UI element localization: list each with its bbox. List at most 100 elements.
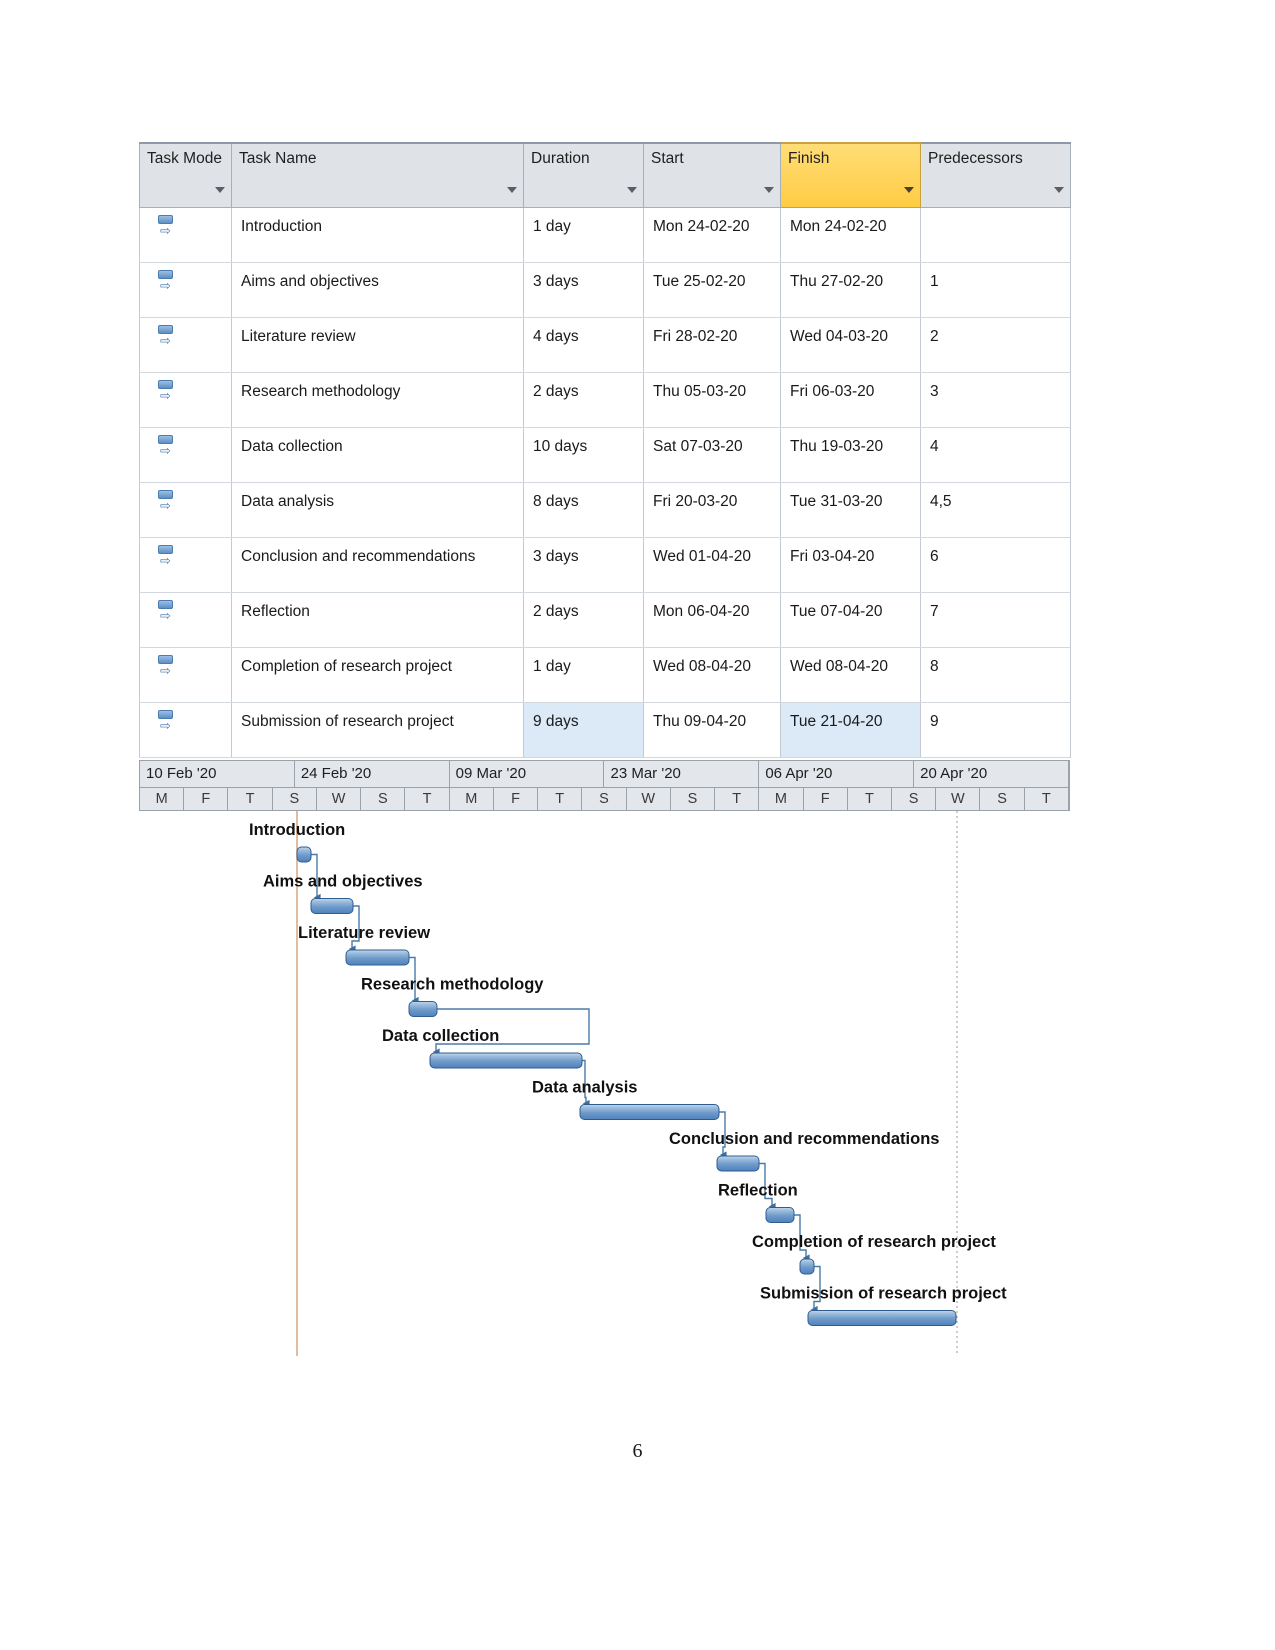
cell-predecessors[interactable]: 6	[920, 537, 1071, 593]
cell-duration[interactable]: 10 days	[523, 427, 644, 483]
cell-task-name[interactable]: Reflection	[231, 592, 524, 648]
cell-task-name[interactable]: Literature review	[231, 317, 524, 373]
cell-task-mode[interactable]: ⇨	[139, 537, 232, 593]
table-row[interactable]: ⇨ Data collection 10 days Sat 07-03-20 Thu 1…	[139, 427, 1071, 483]
cell-task-mode[interactable]: ⇨	[139, 592, 232, 648]
column-header-task-mode[interactable]: Task Mode	[139, 142, 232, 208]
chevron-down-icon[interactable]	[507, 187, 517, 193]
gantt-bar[interactable]	[579, 1104, 720, 1120]
cell-task-mode[interactable]: ⇨	[139, 317, 232, 373]
column-header-finish[interactable]: Finish	[780, 142, 921, 208]
cell-start[interactable]: Mon 24-02-20	[643, 207, 781, 263]
cell-duration[interactable]: 3 days	[523, 537, 644, 593]
table-row[interactable]: ⇨ Submission of research project 9 days Thu…	[139, 702, 1071, 758]
cell-start[interactable]: Mon 06-04-20	[643, 592, 781, 648]
cell-task-name[interactable]: Submission of research project	[231, 702, 524, 758]
auto-schedule-icon[interactable]: ⇨	[156, 599, 178, 622]
cell-task-mode[interactable]: ⇨	[139, 262, 232, 318]
cell-start[interactable]: Fri 20-03-20	[643, 482, 781, 538]
gantt-bar[interactable]	[310, 898, 354, 914]
cell-start[interactable]: Thu 05-03-20	[643, 372, 781, 428]
cell-finish[interactable]: Fri 06-03-20	[780, 372, 921, 428]
cell-predecessors[interactable]: 4	[920, 427, 1071, 483]
column-header-duration[interactable]: Duration	[523, 142, 644, 208]
cell-task-mode[interactable]: ⇨	[139, 702, 232, 758]
cell-finish[interactable]: Tue 31-03-20	[780, 482, 921, 538]
auto-schedule-icon[interactable]: ⇨	[156, 214, 178, 237]
table-row[interactable]: ⇨ Introduction 1 day Mon 24-02-20 Mon 24-02-…	[139, 207, 1071, 263]
gantt-bar[interactable]	[296, 846, 312, 863]
column-header-predecessors[interactable]: Predecessors	[920, 142, 1071, 208]
cell-finish[interactable]: Wed 04-03-20	[780, 317, 921, 373]
gantt-bar[interactable]	[807, 1310, 957, 1326]
gantt-bar[interactable]	[799, 1258, 815, 1275]
cell-task-mode[interactable]: ⇨	[139, 482, 232, 538]
cell-start[interactable]: Sat 07-03-20	[643, 427, 781, 483]
cell-predecessors[interactable]: 2	[920, 317, 1071, 373]
cell-duration[interactable]: 1 day	[523, 647, 644, 703]
chevron-down-icon[interactable]	[764, 187, 774, 193]
cell-task-mode[interactable]: ⇨	[139, 647, 232, 703]
cell-task-name[interactable]: Data collection	[231, 427, 524, 483]
cell-task-name[interactable]: Aims and objectives	[231, 262, 524, 318]
cell-duration[interactable]: 3 days	[523, 262, 644, 318]
cell-task-name[interactable]: Research methodology	[231, 372, 524, 428]
cell-task-name[interactable]: Data analysis	[231, 482, 524, 538]
cell-duration[interactable]: 2 days	[523, 372, 644, 428]
auto-schedule-icon[interactable]: ⇨	[156, 709, 178, 732]
chevron-down-icon[interactable]	[904, 187, 914, 193]
cell-finish[interactable]: Tue 21-04-20	[780, 702, 921, 758]
cell-start[interactable]: Thu 09-04-20	[643, 702, 781, 758]
cell-predecessors[interactable]: 8	[920, 647, 1071, 703]
cell-task-name[interactable]: Completion of research project	[231, 647, 524, 703]
cell-finish[interactable]: Mon 24-02-20	[780, 207, 921, 263]
cell-finish[interactable]: Thu 19-03-20	[780, 427, 921, 483]
gantt-bar[interactable]	[408, 1001, 438, 1017]
cell-start[interactable]: Fri 28-02-20	[643, 317, 781, 373]
auto-schedule-icon[interactable]: ⇨	[156, 654, 178, 677]
auto-schedule-icon[interactable]: ⇨	[156, 434, 178, 457]
cell-duration[interactable]: 1 day	[523, 207, 644, 263]
cell-predecessors[interactable]: 1	[920, 262, 1071, 318]
cell-finish[interactable]: Fri 03-04-20	[780, 537, 921, 593]
chevron-down-icon[interactable]	[215, 187, 225, 193]
cell-duration[interactable]: 4 days	[523, 317, 644, 373]
cell-task-mode[interactable]: ⇨	[139, 372, 232, 428]
column-header-start[interactable]: Start	[643, 142, 781, 208]
cell-duration[interactable]: 2 days	[523, 592, 644, 648]
chevron-down-icon[interactable]	[627, 187, 637, 193]
auto-schedule-icon[interactable]: ⇨	[156, 379, 178, 402]
cell-start[interactable]: Tue 25-02-20	[643, 262, 781, 318]
auto-schedule-icon[interactable]: ⇨	[156, 324, 178, 347]
gantt-bar[interactable]	[429, 1052, 583, 1069]
cell-start[interactable]: Wed 08-04-20	[643, 647, 781, 703]
table-row[interactable]: ⇨ Reflection 2 days Mon 06-04-20 Tue 07-04-2…	[139, 592, 1071, 648]
gantt-bar[interactable]	[345, 949, 410, 966]
table-row[interactable]: ⇨ Aims and objectives 3 days Tue 25-02-20 Th…	[139, 262, 1071, 318]
cell-finish[interactable]: Wed 08-04-20	[780, 647, 921, 703]
auto-schedule-icon[interactable]: ⇨	[156, 269, 178, 292]
cell-predecessors[interactable]: 9	[920, 702, 1071, 758]
table-row[interactable]: ⇨ Research methodology 2 days Thu 05-03-20 F…	[139, 372, 1071, 428]
cell-duration[interactable]: 9 days	[523, 702, 644, 758]
cell-predecessors[interactable]	[920, 207, 1071, 263]
cell-finish[interactable]: Thu 27-02-20	[780, 262, 921, 318]
cell-task-mode[interactable]: ⇨	[139, 427, 232, 483]
auto-schedule-icon[interactable]: ⇨	[156, 489, 178, 512]
table-row[interactable]: ⇨ Literature review 4 days Fri 28-02-20 Wed …	[139, 317, 1071, 373]
table-row[interactable]: ⇨ Completion of research project 1 day Wed …	[139, 647, 1071, 703]
cell-predecessors[interactable]: 3	[920, 372, 1071, 428]
table-row[interactable]: ⇨ Conclusion and recommendations 3 days Wed…	[139, 537, 1071, 593]
cell-start[interactable]: Wed 01-04-20	[643, 537, 781, 593]
cell-predecessors[interactable]: 4,5	[920, 482, 1071, 538]
auto-schedule-icon[interactable]: ⇨	[156, 544, 178, 567]
cell-predecessors[interactable]: 7	[920, 592, 1071, 648]
chevron-down-icon[interactable]	[1054, 187, 1064, 193]
cell-task-mode[interactable]: ⇨	[139, 207, 232, 263]
gantt-bar[interactable]	[765, 1207, 795, 1223]
cell-task-name[interactable]: Conclusion and recommendations	[231, 537, 524, 593]
cell-duration[interactable]: 8 days	[523, 482, 644, 538]
gantt-bar[interactable]	[716, 1155, 760, 1172]
table-row[interactable]: ⇨ Data analysis 8 days Fri 20-03-20 Tue 31-0…	[139, 482, 1071, 538]
cell-finish[interactable]: Tue 07-04-20	[780, 592, 921, 648]
